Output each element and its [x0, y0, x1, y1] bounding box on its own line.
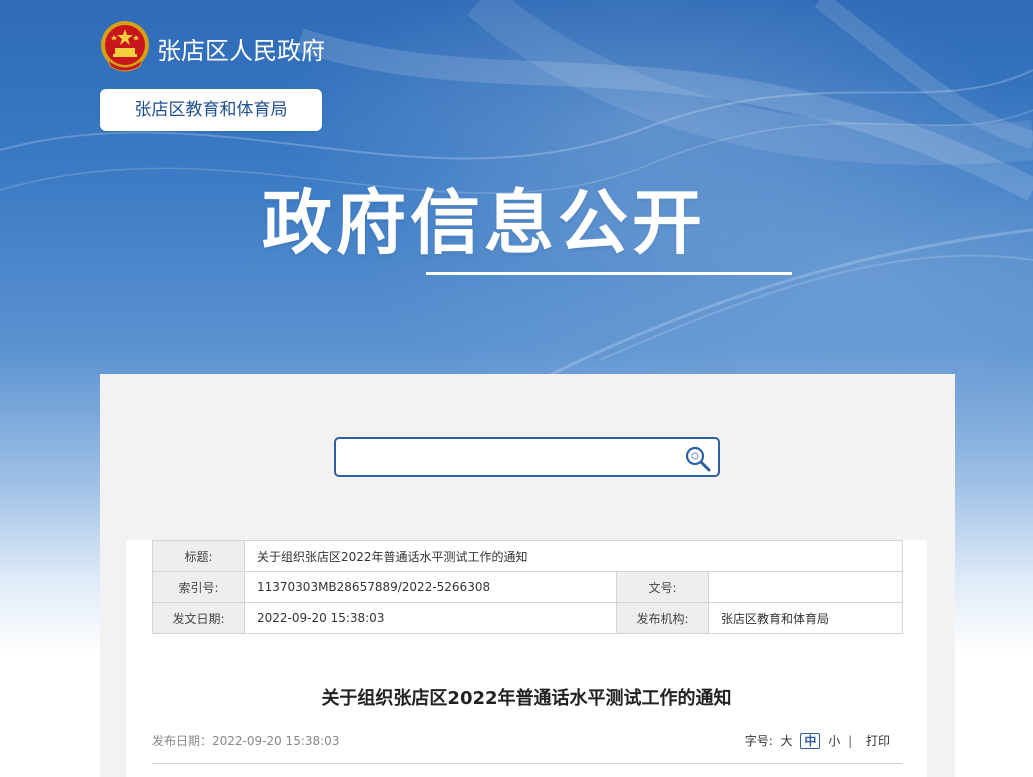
article-title: 关于组织张店区2022年普通话水平测试工作的通知: [321, 688, 732, 709]
department-button[interactable]: 张店区教育和体育局: [100, 89, 322, 131]
search-icon[interactable]: [684, 445, 712, 473]
meta-docno-value: [708, 571, 903, 603]
font-size-large-button[interactable]: 大: [781, 732, 793, 749]
hero-title-underline: [426, 272, 792, 275]
national-emblem-icon: [101, 21, 149, 72]
font-size-small-button[interactable]: 小: [828, 732, 840, 749]
meta-org-label: 发布机构:: [616, 602, 709, 634]
meta-date-label: 发文日期:: [152, 602, 245, 634]
article-divider: [152, 763, 902, 764]
meta-row-date: 发文日期: 2022-09-20 15:38:03 发布机构: 张店区教育和体育…: [152, 602, 903, 634]
meta-date-value: 2022-09-20 15:38:03: [244, 602, 617, 634]
article-tools: 字号: 大 中 小 | 打印: [741, 732, 890, 749]
search-input[interactable]: [342, 443, 676, 473]
meta-org-value: 张店区教育和体育局: [708, 602, 903, 634]
meta-title-label: 标题:: [152, 540, 245, 572]
hero-title: 政府信息公开: [262, 182, 706, 264]
meta-row-title: 标题: 关于组织张店区2022年普通话水平测试工作的通知: [152, 540, 903, 572]
meta-row-index: 索引号: 11370303MB28657889/2022-5266308 文号:: [152, 571, 903, 603]
meta-title-value: 关于组织张店区2022年普通话水平测试工作的通知: [244, 540, 903, 572]
font-size-medium-button[interactable]: 中: [800, 733, 821, 749]
search-box: [334, 437, 720, 477]
article-info-bar: 发布日期：2022-09-20 15:38:03 字号: 大 中 小 | 打印: [152, 732, 902, 750]
publish-date: 发布日期：2022-09-20 15:38:03: [152, 734, 340, 748]
meta-docno-label: 文号:: [616, 571, 709, 603]
site-name[interactable]: 张店区人民政府: [157, 31, 325, 66]
document-meta-table: 标题: 关于组织张店区2022年普通话水平测试工作的通知 索引号: 113703…: [152, 540, 903, 634]
font-size-label: 字号:: [744, 734, 773, 748]
meta-index-label: 索引号:: [152, 571, 245, 603]
meta-index-value: 11370303MB28657889/2022-5266308: [244, 571, 617, 603]
tool-separator: |: [848, 734, 853, 748]
print-button[interactable]: 打印: [866, 732, 890, 749]
